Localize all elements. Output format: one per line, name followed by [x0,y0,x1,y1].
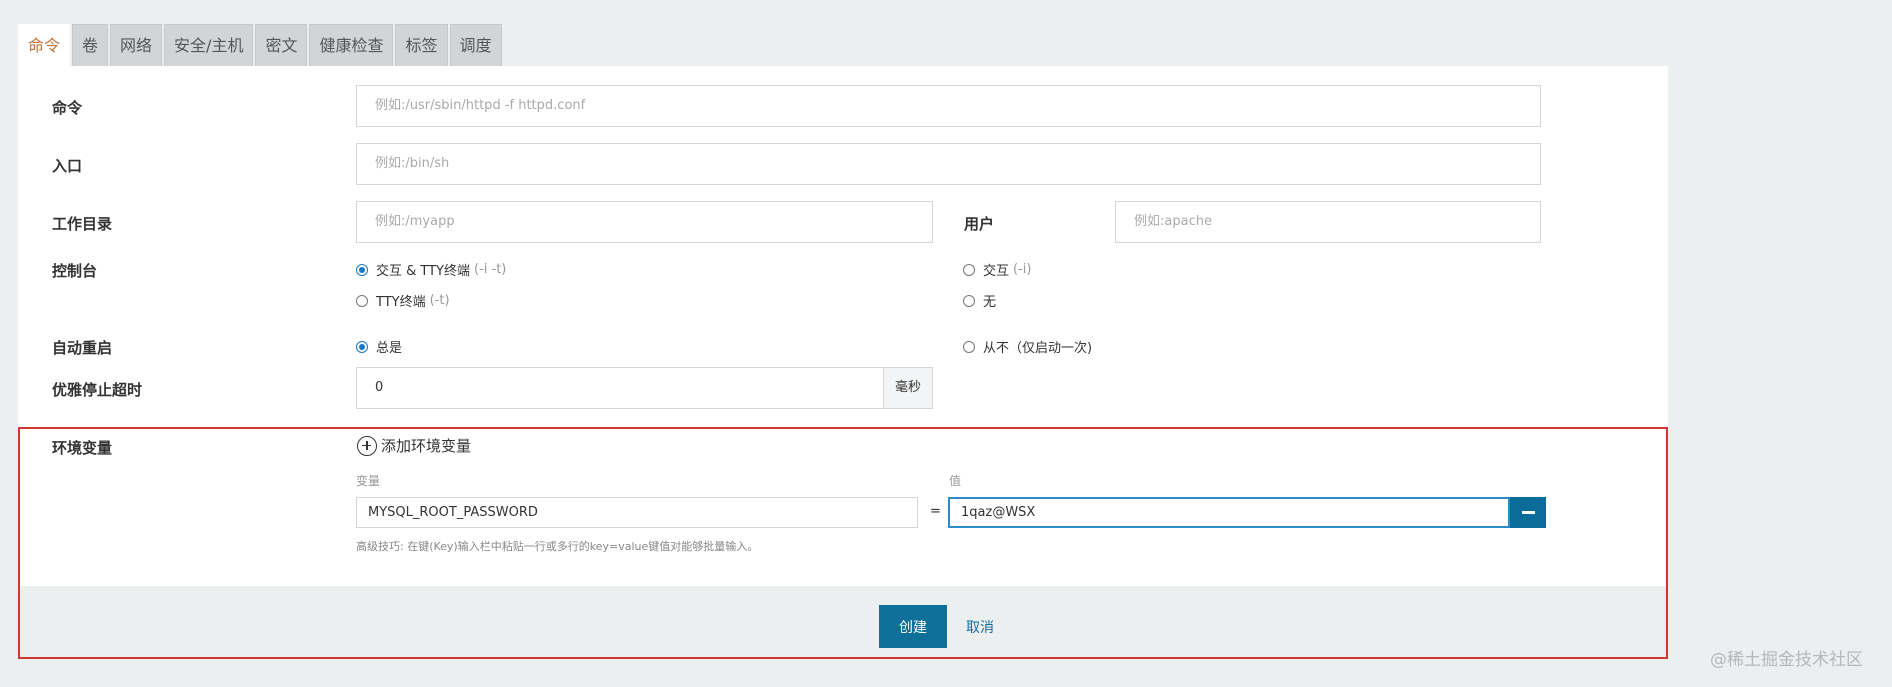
user-input[interactable]: 例如:apache [1115,201,1541,243]
option-text: 交互 [983,264,1010,279]
restart-option-never[interactable]: 从不（仅启动一次) [963,337,1092,356]
tab-volumes[interactable]: 卷 [72,24,109,66]
remove-env-button[interactable] [1510,497,1546,528]
console-option-interactive[interactable]: 交互 (-i) [963,260,1031,279]
tab-health-check[interactable]: 健康检查 [309,24,394,66]
radio-unchecked-icon [963,340,975,353]
console-option-tty[interactable]: TTY终端 (-t) [356,291,450,310]
user-label: 用户 [964,215,995,233]
console-option-interactive-tty[interactable]: 交互 & TTY终端 (-i -t) [356,260,506,279]
entrypoint-label: 入口 [52,157,83,175]
option-hint: (-i -t) [474,262,507,277]
env-tip: 高级技巧: 在键(Key)输入栏中粘贴一行或多行的key=value键值对能够批… [356,540,759,553]
stop-timeout-label: 优雅停止超时 [52,381,143,399]
option-text: 交互 & TTY终端 [376,264,470,279]
env-key-header: 变量 [356,474,381,488]
add-env-button[interactable]: 添加环境变量 [357,435,471,456]
stop-timeout-unit: 毫秒 [884,367,933,409]
radio-checked-icon [356,340,368,353]
env-key-input[interactable]: MYSQL_ROOT_PASSWORD [356,497,918,528]
console-option-none[interactable]: 无 [963,291,996,310]
tab-labels[interactable]: 标签 [395,24,448,66]
env-value-header: 值 [949,474,962,488]
restart-option-always[interactable]: 总是 [356,337,402,356]
restart-label: 自动重启 [52,339,113,357]
tab-secrets[interactable]: 密文 [255,24,308,66]
tab-bar: 命令 卷 网络 安全/主机 密文 健康检查 标签 调度 [18,24,504,66]
plus-circle-icon [357,435,377,456]
entrypoint-input[interactable]: 例如:/bin/sh [356,143,1541,185]
tab-scheduling[interactable]: 调度 [449,24,502,66]
env-value-input[interactable]: 1qaz@WSX [948,497,1510,528]
radio-unchecked-icon [963,294,975,307]
minus-icon [1522,511,1535,514]
option-hint: (-i) [1013,262,1032,277]
create-button[interactable]: 创建 [879,605,947,648]
option-text: 无 [983,295,997,310]
cancel-button[interactable]: 取消 [966,617,994,637]
option-hint: (-t) [429,293,450,308]
watermark: @稀土掘金技术社区 [1710,650,1863,670]
tab-security-host[interactable]: 安全/主机 [164,24,254,66]
tab-command[interactable]: 命令 [18,24,71,66]
command-input[interactable]: 例如:/usr/sbin/httpd -f httpd.conf [356,85,1541,127]
command-label: 命令 [52,99,83,117]
option-text: TTY终端 [376,295,426,310]
option-text: 总是 [376,341,403,356]
console-label: 控制台 [52,262,98,280]
stop-timeout-input[interactable]: 0 [356,367,884,409]
tab-network[interactable]: 网络 [110,24,163,66]
radio-unchecked-icon [963,263,975,276]
add-env-label: 添加环境变量 [381,437,472,455]
equals-sign: = [930,504,941,519]
env-label: 环境变量 [52,439,113,457]
radio-checked-icon [356,263,368,276]
option-text: 从不（仅启动一次) [983,341,1093,356]
radio-unchecked-icon [356,294,368,307]
workdir-label: 工作目录 [52,215,113,233]
env-highlight-box [18,427,1668,659]
workdir-input[interactable]: 例如:/myapp [356,201,933,243]
